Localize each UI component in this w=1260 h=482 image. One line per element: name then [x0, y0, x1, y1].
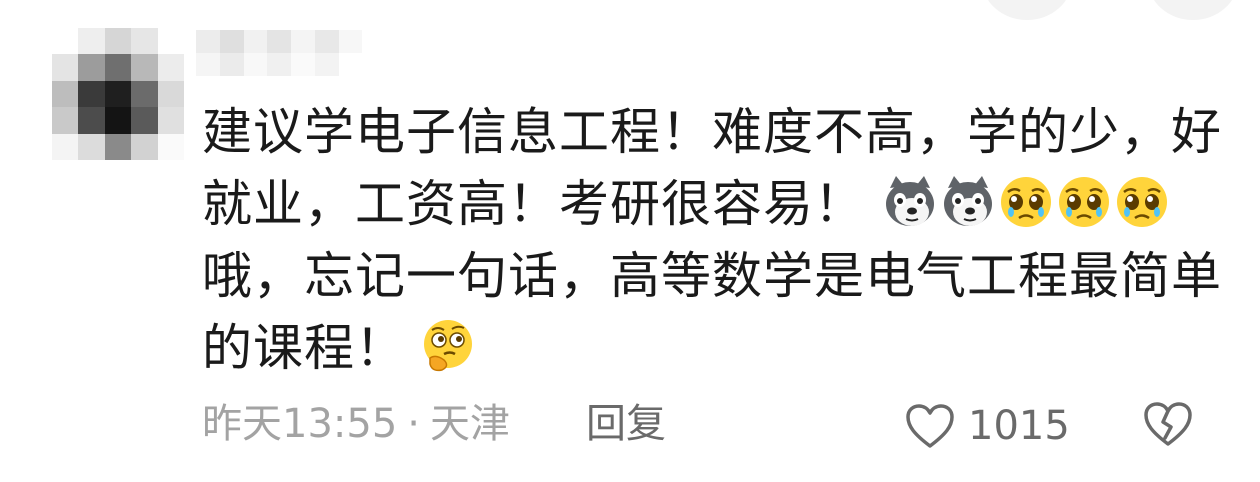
username-mosaic-cell — [338, 53, 363, 76]
username-mosaic-cell — [362, 53, 386, 76]
pleading-face-icon — [1000, 177, 1051, 227]
thinking-face-icon — [424, 320, 472, 372]
username-mosaic-cell — [243, 53, 268, 76]
avatar-mosaic-cell — [52, 54, 79, 81]
comment-location: 天津 — [430, 401, 510, 447]
avatar-mosaic-cell — [131, 133, 158, 160]
avatar-mosaic-cell — [104, 107, 132, 134]
username-mosaic-cell — [362, 30, 386, 53]
avatar-mosaic-cell — [52, 133, 79, 160]
avatar-mosaic-cell — [157, 133, 184, 160]
avatar-mosaic-cell — [104, 80, 132, 108]
comment-time: 昨天13:55 — [202, 401, 398, 447]
username[interactable] — [196, 30, 386, 76]
comment-line-1: 建议学电子信息工程！难度不高，学的少，好 — [202, 103, 1222, 161]
pleading-face-icon — [1058, 177, 1109, 227]
avatar-mosaic-cell — [78, 28, 105, 55]
comment-meta: 昨天13:55 · 天津 — [202, 396, 510, 452]
comment-line-2: 就业，工资高！考研很容易！ — [202, 168, 1212, 240]
emoji-group — [865, 175, 1172, 233]
username-mosaic-cell — [267, 53, 291, 76]
comment-text: 建议学电子信息工程！难度不高，学的少，好 就业，工资高！考研很容易！ 哦，忘记一… — [202, 96, 1222, 384]
username-mosaic-cell — [243, 30, 268, 53]
like-button[interactable]: 1015 — [904, 398, 1070, 454]
comment-line-3: 哦，忘记一句话，高等数学是电气工程最简单 — [202, 247, 1222, 305]
heart-outline-icon — [906, 404, 954, 448]
username-mosaic-cell — [196, 53, 220, 76]
avatar-mosaic-cell — [157, 80, 184, 108]
username-mosaic-cell — [219, 30, 244, 53]
comment-line-4: 的课程！ — [202, 312, 1212, 384]
username-mosaic-cell — [338, 30, 363, 53]
meta-separator: · — [407, 401, 420, 447]
avatar-mosaic-cell — [52, 107, 79, 134]
top-action-button-1[interactable] — [982, 0, 1072, 20]
username-mosaic-cell — [314, 30, 339, 53]
username-mosaic-cell — [291, 30, 315, 53]
avatar-mosaic-cell — [78, 107, 105, 134]
avatar-mosaic-cell — [52, 28, 79, 55]
username-mosaic-cell — [291, 53, 315, 76]
avatar-mosaic-cell — [131, 54, 158, 81]
avatar-mosaic-cell — [78, 133, 105, 160]
username-mosaic-cell — [314, 53, 339, 76]
avatar-mosaic-cell — [157, 54, 184, 81]
reply-button[interactable]: 回复 — [586, 396, 666, 452]
comment-line-2-text: 就业，工资高！考研很容易！ — [202, 175, 865, 233]
avatar-mosaic-cell — [131, 107, 158, 134]
avatar-mosaic-cell — [157, 28, 184, 55]
broken-heart-icon[interactable] — [1142, 400, 1194, 448]
avatar-mosaic-cell — [131, 28, 158, 55]
avatar-mosaic-cell — [52, 80, 79, 108]
avatar-mosaic-cell — [104, 28, 132, 55]
avatar-mosaic-cell — [157, 107, 184, 134]
avatar-mosaic-cell — [104, 54, 132, 81]
avatar-mosaic-cell — [104, 133, 132, 160]
like-count: 1015 — [968, 403, 1070, 449]
username-mosaic-cell — [267, 30, 291, 53]
dog-face-icon — [885, 176, 934, 226]
comment-card: 建议学电子信息工程！难度不高，学的少，好 就业，工资高！考研很容易！ 哦，忘记一… — [0, 0, 1260, 482]
avatar[interactable] — [52, 28, 184, 160]
comment-line-4-text: 的课程！ — [202, 319, 406, 377]
avatar-mosaic-cell — [131, 80, 158, 108]
avatar-mosaic-cell — [78, 54, 105, 81]
dog-face-icon — [943, 176, 992, 226]
avatar-mosaic-cell — [78, 80, 105, 108]
top-action-button-2[interactable] — [1148, 0, 1238, 20]
username-mosaic-cell — [196, 30, 220, 53]
username-mosaic-cell — [219, 53, 244, 76]
pleading-face-icon — [1116, 177, 1167, 227]
